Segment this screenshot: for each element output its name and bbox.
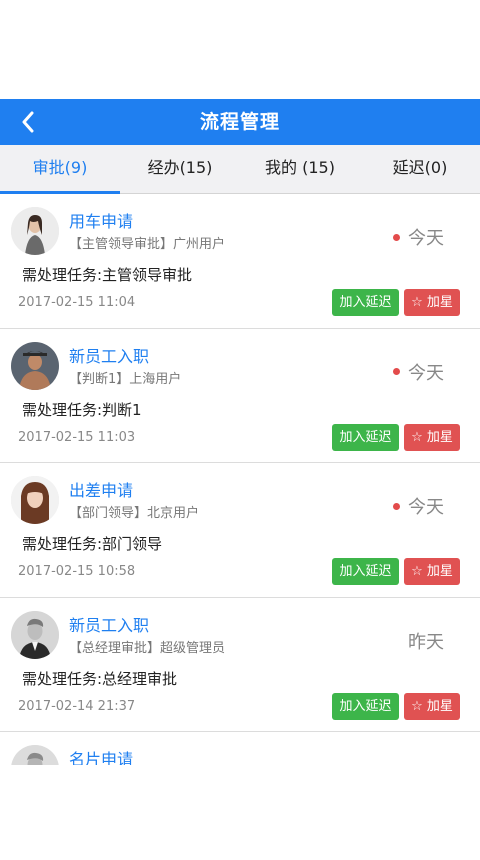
avatar [11, 341, 59, 390]
bottom-area [0, 765, 480, 860]
item-status: 昨天 [408, 631, 444, 653]
tab-delayed[interactable]: 延迟(0) [360, 145, 480, 193]
add-star-button[interactable]: ☆ 加星 [404, 289, 460, 316]
item-task: 需处理任务:总经理审批 [22, 669, 178, 688]
avatar [11, 610, 59, 659]
item-time: 2017-02-15 11:04 [18, 295, 136, 310]
item-title: 新员工入职 [69, 346, 150, 366]
tab-bar: 审批(9) 经办(15) 我的 (15) 延迟(0) [0, 145, 480, 194]
page-title: 流程管理 [199, 111, 280, 133]
tab-handled[interactable]: 经办(15) [120, 145, 240, 193]
list-item[interactable]: 名片申请 [0, 732, 480, 765]
item-status: 今天 [393, 493, 444, 519]
tab-approve[interactable]: 审批(9) [0, 145, 120, 194]
workflow-list[interactable]: 用车申请 【主管领导审批】广州用户 今天 需处理任务:主管领导审批 2017-0… [0, 194, 480, 765]
unread-dot-icon [393, 233, 400, 241]
list-item[interactable]: 出差申请 【部门领导】北京用户 今天 需处理任务:部门领导 2017-02-15… [0, 463, 480, 598]
add-star-button[interactable]: ☆ 加星 [404, 692, 460, 720]
tab-mine[interactable]: 我的 (15) [240, 145, 360, 193]
item-time: 2017-02-14 21:37 [18, 698, 136, 714]
avatar [11, 476, 59, 524]
item-subtitle: 【总经理审批】超级管理员 [69, 640, 226, 656]
item-title: 出差申请 [69, 481, 134, 500]
list-item[interactable]: 用车申请 【主管领导审批】广州用户 今天 需处理任务:主管领导审批 2017-0… [0, 194, 480, 329]
add-delay-button[interactable]: 加入延迟 [332, 289, 399, 316]
item-time: 2017-02-15 11:03 [18, 429, 136, 445]
item-title: 名片申请 [69, 750, 134, 765]
list-item[interactable]: 新员工入职 【总经理审批】超级管理员 昨天 需处理任务:总经理审批 2017-0… [0, 598, 480, 732]
add-delay-button[interactable]: 加入延迟 [332, 692, 399, 720]
item-task: 需处理任务:部门领导 [22, 535, 163, 553]
item-subtitle: 【部门领导】北京用户 [69, 506, 200, 521]
status-bar-area [0, 0, 480, 99]
add-delay-button[interactable]: 加入延迟 [332, 423, 399, 451]
item-subtitle: 【判断1】上海用户 [69, 371, 182, 387]
item-title: 新员工入职 [69, 615, 150, 635]
item-task: 需处理任务:主管领导审批 [22, 266, 193, 284]
avatar [11, 207, 59, 255]
item-subtitle: 【主管领导审批】广州用户 [69, 237, 226, 252]
unread-dot-icon [393, 502, 400, 510]
item-time: 2017-02-15 10:58 [18, 564, 136, 579]
unread-dot-icon [393, 368, 400, 375]
add-star-button[interactable]: ☆ 加星 [404, 423, 460, 451]
item-task: 需处理任务:判断1 [22, 400, 142, 419]
add-star-button[interactable]: ☆ 加星 [404, 558, 460, 585]
list-item[interactable]: 新员工入职 【判断1】上海用户 今天 需处理任务:判断1 2017-02-15 … [0, 329, 480, 463]
add-delay-button[interactable]: 加入延迟 [332, 558, 399, 585]
item-title: 用车申请 [69, 212, 134, 231]
item-status: 今天 [393, 224, 444, 250]
nav-bar: 流程管理 [0, 99, 480, 145]
item-status: 今天 [393, 359, 444, 385]
avatar [11, 745, 59, 765]
